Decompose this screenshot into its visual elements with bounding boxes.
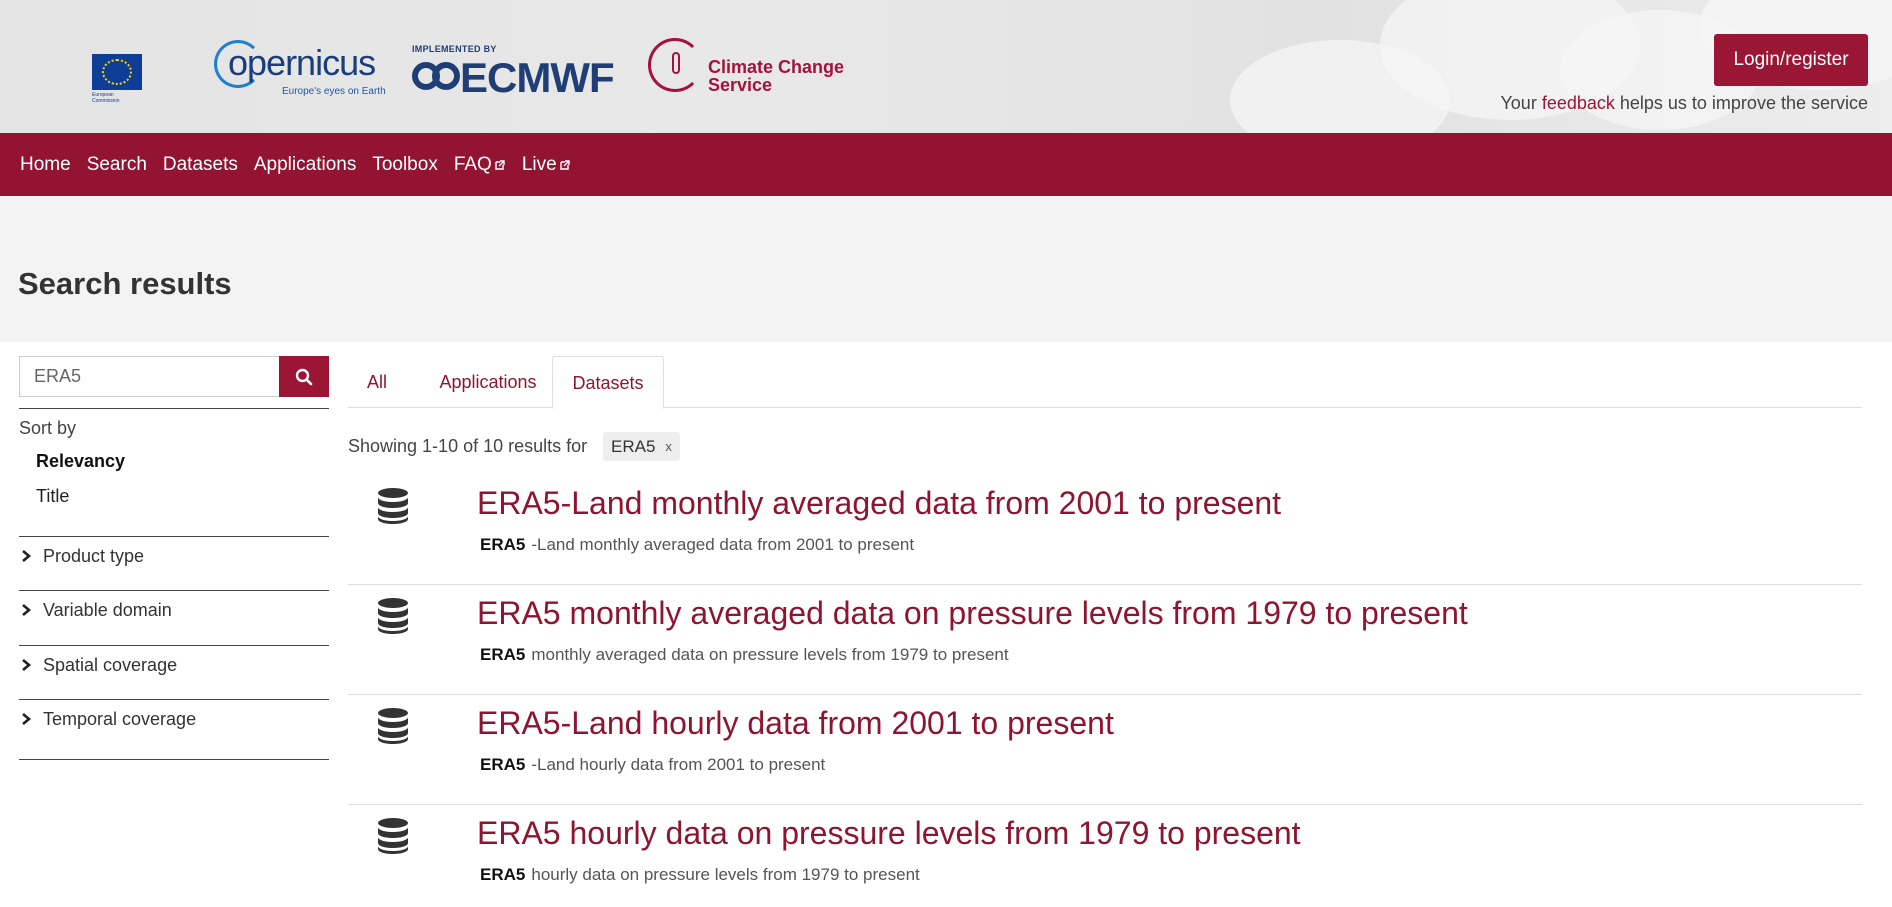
title-band: [0, 196, 1892, 342]
feedback-suffix: helps us to improve the service: [1614, 93, 1868, 113]
nav-item-toolbox[interactable]: Toolbox: [372, 154, 438, 176]
sidebar-divider: [19, 645, 329, 646]
facet-temporal-coverage[interactable]: Temporal coverage: [19, 704, 329, 734]
nav-item-live[interactable]: Live: [522, 154, 571, 176]
database-icon: [378, 598, 408, 634]
external-link-icon: [495, 159, 505, 170]
nav-item-datasets[interactable]: Datasets: [163, 154, 238, 176]
result-desc-text: hourly data on pressure levels from 1979…: [531, 865, 920, 884]
result-item: ERA5 -Land monthly averaged data from 200…: [348, 475, 1862, 585]
search-box: [19, 356, 329, 397]
tab-datasets[interactable]: Datasets: [552, 356, 664, 409]
result-description: ERA5 -Land monthly averaged data from 200…: [480, 535, 914, 555]
result-title-link[interactable]: ERA5-Land hourly data from 2001 to prese…: [477, 705, 1114, 742]
feedback-link[interactable]: feedback: [1542, 93, 1615, 113]
login-register-button[interactable]: Login/register: [1714, 34, 1868, 86]
ecmwf-wordmark: ECMWF: [460, 54, 615, 101]
thermometer-icon: [672, 52, 680, 74]
copernicus-wordmark: opernicus: [228, 42, 376, 83]
nav-item-search[interactable]: Search: [87, 154, 147, 176]
eu-stars-icon: [102, 59, 132, 85]
chevron-right-icon: [22, 550, 32, 562]
external-link-icon: [560, 159, 570, 170]
ecmwf-logo[interactable]: IMPLEMENTED BY ECMWF: [412, 44, 622, 101]
query-chip: ERA5 x: [603, 432, 680, 461]
result-highlight: ERA5: [480, 865, 526, 884]
close-icon[interactable]: x: [665, 439, 672, 454]
c3s-line2: Service: [708, 75, 773, 95]
site-header: European Commission opernicus Europe's e…: [0, 0, 1892, 133]
search-button[interactable]: [279, 356, 329, 397]
facet-label: Product type: [43, 545, 145, 566]
search-icon: [295, 368, 313, 385]
result-desc-text: monthly averaged data on pressure levels…: [531, 645, 1009, 664]
eu-logo-text: European Commission: [92, 92, 120, 104]
facet-label: Spatial coverage: [43, 654, 178, 675]
chevron-right-icon: [22, 713, 32, 725]
chevron-right-icon: [22, 659, 32, 671]
result-desc-text: -Land hourly data from 2001 to present: [531, 755, 826, 774]
search-input[interactable]: [19, 356, 279, 397]
tab-applications[interactable]: Applications: [418, 356, 558, 408]
sort-option-title[interactable]: Title: [36, 486, 69, 507]
result-tabs: All Applications Datasets: [348, 356, 1862, 409]
nav-label: Toolbox: [372, 153, 438, 175]
result-title-link[interactable]: ERA5 hourly data on pressure levels from…: [477, 815, 1301, 852]
nav-item-faq[interactable]: FAQ: [454, 154, 506, 176]
nav-label: FAQ: [453, 153, 492, 175]
feedback-prefix: Your: [1500, 93, 1542, 113]
page-title: Search results: [18, 266, 232, 301]
database-icon: [378, 488, 408, 524]
sidebar-divider: [19, 759, 329, 760]
nav-item-applications[interactable]: Applications: [254, 154, 356, 176]
result-title-link[interactable]: ERA5 monthly averaged data on pressure l…: [477, 595, 1468, 632]
facet-spatial-coverage[interactable]: Spatial coverage: [19, 650, 329, 680]
nav-label: Datasets: [162, 153, 238, 175]
european-commission-logo[interactable]: European Commission: [70, 32, 178, 108]
copernicus-tagline: Europe's eyes on Earth: [282, 86, 386, 97]
chevron-right-icon: [22, 604, 32, 616]
results-summary: Showing 1-10 of 10 results for: [348, 436, 588, 456]
sort-by-label: Sort by: [19, 418, 77, 438]
query-chip-label: ERA5: [611, 436, 656, 456]
result-description: ERA5 monthly averaged data on pressure le…: [480, 645, 1009, 665]
nav-label: Search: [86, 153, 147, 175]
tab-all[interactable]: All: [348, 356, 406, 408]
sort-option-relevancy[interactable]: Relevancy: [36, 451, 125, 472]
result-description: ERA5 hourly data on pressure levels from …: [480, 865, 920, 885]
sidebar-divider: [19, 408, 329, 409]
ecmwf-mark-icon: [412, 62, 460, 90]
sidebar-divider: [19, 699, 329, 700]
nav-label: Live: [521, 153, 557, 175]
nav-item-home[interactable]: Home: [20, 154, 71, 176]
facet-label: Variable domain: [43, 599, 172, 620]
facet-label: Temporal coverage: [43, 708, 197, 729]
result-highlight: ERA5: [480, 535, 526, 554]
facet-variable-domain[interactable]: Variable domain: [19, 595, 329, 625]
copernicus-logo[interactable]: opernicus Europe's eyes on Earth: [212, 36, 386, 102]
result-item: ERA5 hourly data on pressure levels from…: [348, 805, 1862, 905]
result-item: ERA5 monthly averaged data on pressure l…: [348, 585, 1862, 695]
result-title-link[interactable]: ERA5-Land monthly averaged data from 200…: [477, 485, 1281, 522]
database-icon: [378, 708, 408, 744]
ecmwf-implemented-by: IMPLEMENTED BY: [412, 44, 497, 54]
nav-label: Home: [20, 153, 71, 175]
sidebar-divider: [19, 536, 329, 537]
feedback-line: Your feedback helps us to improve the se…: [1500, 93, 1868, 114]
facet-product-type[interactable]: Product type: [19, 541, 329, 571]
result-desc-text: -Land monthly averaged data from 2001 to…: [531, 535, 915, 554]
result-highlight: ERA5: [480, 755, 526, 774]
c3s-line1: Climate Change: [708, 57, 845, 77]
c3s-text: Climate Change Service: [708, 58, 844, 94]
database-icon: [378, 818, 408, 854]
climate-change-service-logo[interactable]: Climate Change Service: [648, 38, 848, 100]
sidebar-divider: [19, 590, 329, 591]
nav-label: Applications: [253, 153, 357, 175]
result-description: ERA5 -Land hourly data from 2001 to prese…: [480, 755, 825, 775]
main-nav: Home Search Datasets Applications Toolbo…: [0, 133, 1892, 196]
result-item: ERA5 -Land hourly data from 2001 to prese…: [348, 695, 1862, 805]
result-highlight: ERA5: [480, 645, 526, 664]
